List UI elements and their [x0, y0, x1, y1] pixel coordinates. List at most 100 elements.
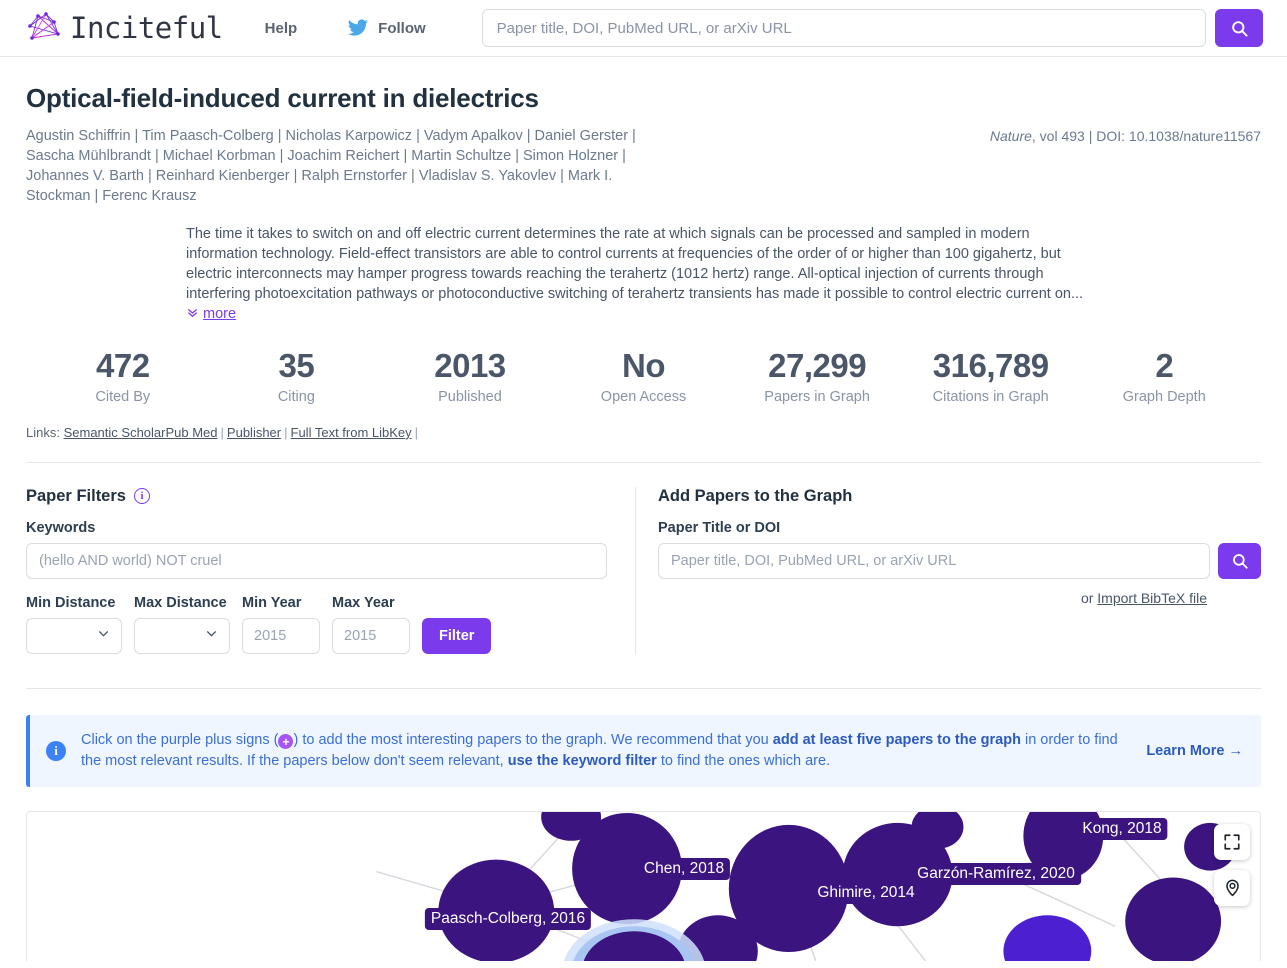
- stat-label: Citations in Graph: [932, 388, 1049, 405]
- twitter-bird-icon: [348, 19, 369, 36]
- fullscreen-expand-icon: [1224, 834, 1240, 850]
- link-separator: |: [220, 424, 224, 440]
- stat-papers-in-graph: 27,299 Papers in Graph: [730, 347, 904, 405]
- notice-part-4: to find the ones which are.: [656, 752, 831, 769]
- author-list: Agustin Schiffrin | Tim Paasch-Colberg |…: [26, 128, 636, 204]
- stat-value: 2: [1155, 347, 1174, 384]
- add-paper-search-button[interactable]: [1218, 542, 1261, 579]
- graph-locate-button[interactable]: [1214, 869, 1250, 906]
- brand-name: Inciteful: [70, 11, 223, 45]
- add-papers-heading: Add Papers to the Graph: [658, 486, 853, 505]
- add-papers-panel: Add Papers to the Graph Paper Title or D…: [636, 487, 1261, 654]
- header-search-button[interactable]: [1215, 9, 1263, 47]
- link-separator: |: [414, 424, 419, 440]
- stat-published: 2013 Published: [383, 347, 557, 405]
- brand-logo-link[interactable]: Inciteful: [24, 8, 223, 48]
- keywords-input[interactable]: [26, 542, 607, 579]
- twitter-follow-link[interactable]: Follow: [347, 17, 426, 39]
- min-distance-label: Min Distance: [26, 594, 116, 611]
- paper-filters-panel: Paper Filters i Keywords Min Distance Ma…: [26, 486, 636, 654]
- links-prefix: Links:: [26, 424, 60, 440]
- info-notice-banner: i Click on the purple plus signs (+) to …: [26, 714, 1261, 787]
- stat-label: Cited By: [95, 388, 151, 405]
- min-year-input[interactable]: [242, 617, 320, 654]
- link-libkey[interactable]: Full Text from LibKey: [291, 425, 412, 440]
- stat-value: 27,299: [768, 347, 867, 384]
- stat-label: Open Access: [600, 388, 687, 405]
- paper-filters-heading: Paper Filters i: [26, 487, 607, 506]
- journal-volume-doi: , vol 493 | DOI: 10.1038/nature11567: [1031, 128, 1261, 144]
- chevron-double-down-icon: [186, 305, 199, 325]
- search-icon: [1232, 554, 1248, 569]
- stat-label: Citing: [277, 388, 315, 405]
- plus-icon: +: [278, 734, 294, 750]
- min-distance-select[interactable]: [26, 617, 122, 654]
- network-graph-logo-icon: [28, 12, 60, 40]
- filters-and-add-panels: Paper Filters i Keywords Min Distance Ma…: [26, 486, 1261, 654]
- search-icon: [1231, 20, 1248, 37]
- graph-highlighted-node: [563, 919, 705, 961]
- add-paper-search-group: [658, 542, 1261, 579]
- max-distance-label: Max Distance: [134, 594, 227, 611]
- min-year-group: Min Year: [242, 595, 320, 654]
- stat-value: No: [622, 347, 666, 384]
- graph-controls: [1214, 823, 1250, 906]
- paper-stats-row: 472 Cited By 35 Citing 2013 Published No…: [26, 347, 1261, 405]
- paper-filters-title: Paper Filters: [26, 486, 126, 505]
- max-year-input[interactable]: [332, 617, 410, 654]
- stat-value: 35: [278, 347, 315, 384]
- notice-part-1: Click on the purple plus signs (: [81, 731, 279, 748]
- add-paper-input[interactable]: [658, 542, 1210, 579]
- page-content: Optical-field-induced current in dielect…: [0, 83, 1287, 961]
- keywords-label: Keywords: [26, 519, 96, 536]
- map-pin-icon: [1225, 880, 1239, 897]
- min-year-label: Min Year: [242, 594, 302, 611]
- stat-value: 472: [96, 347, 150, 384]
- info-icon: i: [46, 740, 66, 761]
- notice-part-2: ) to add the most interesting papers to …: [293, 731, 773, 748]
- link-pubmed[interactable]: Pub Med: [165, 425, 217, 440]
- link-separator: |: [284, 424, 288, 440]
- link-semantic-scholar[interactable]: Semantic Scholar: [64, 425, 166, 440]
- journal-info: Nature, vol 493 | DOI: 10.1038/nature115…: [990, 126, 1261, 144]
- min-distance-group: Min Distance: [26, 595, 122, 654]
- section-divider-2: [26, 687, 1261, 689]
- notice-text: Click on the purple plus signs (+) to ad…: [81, 730, 1124, 772]
- max-distance-group: Max Distance: [134, 595, 230, 654]
- stat-cited-by: 472 Cited By: [36, 347, 210, 405]
- filter-button[interactable]: Filter: [422, 617, 492, 654]
- header-search-input[interactable]: [481, 9, 1206, 47]
- section-divider: [26, 461, 1261, 463]
- max-distance-select[interactable]: [134, 617, 230, 654]
- chevron-down-icon: [97, 627, 110, 645]
- abstract-more-link[interactable]: more: [203, 306, 236, 322]
- header-search-group: [481, 9, 1263, 47]
- stat-graph-depth: 2 Graph Depth: [1077, 347, 1251, 405]
- abstract-text: The time it takes to switch on and off e…: [186, 226, 1084, 302]
- graph-fullscreen-button[interactable]: [1214, 823, 1250, 860]
- stat-label: Graph Depth: [1122, 388, 1206, 405]
- import-bibtex-link[interactable]: Import BibTeX file: [1097, 590, 1207, 606]
- stat-citing: 35 Citing: [210, 347, 384, 405]
- citation-graph-canvas[interactable]: [27, 811, 1260, 961]
- paper-meta-row: Agustin Schiffrin | Tim Paasch-Colberg |…: [26, 126, 1261, 206]
- nav-help-link[interactable]: Help: [265, 20, 298, 37]
- citation-graph-panel[interactable]: Paasch-Colberg, 2016 Chen, 2018 Ghimire,…: [26, 810, 1261, 961]
- learn-more-link[interactable]: Learn More →: [1146, 743, 1243, 759]
- graph-nodes: [438, 811, 1237, 961]
- page-title: Optical-field-induced current in dielect…: [26, 83, 539, 113]
- chevron-down-icon: [205, 627, 218, 645]
- max-year-label: Max Year: [332, 594, 395, 611]
- stat-citations-in-graph: 316,789 Citations in Graph: [904, 347, 1078, 405]
- stat-open-access: No Open Access: [557, 347, 731, 405]
- stat-value: 316,789: [932, 347, 1049, 384]
- stat-label: Published: [438, 388, 502, 405]
- paper-title-or-doi-label: Paper Title or DOI: [658, 519, 781, 536]
- notice-bold-1: add at least five papers to the graph: [772, 731, 1021, 748]
- follow-label: Follow: [378, 19, 426, 37]
- link-publisher[interactable]: Publisher: [227, 425, 281, 440]
- info-icon[interactable]: i: [133, 488, 150, 505]
- or-text: or: [1080, 589, 1098, 606]
- max-year-group: Max Year: [332, 595, 410, 654]
- journal-name: Nature: [989, 128, 1032, 144]
